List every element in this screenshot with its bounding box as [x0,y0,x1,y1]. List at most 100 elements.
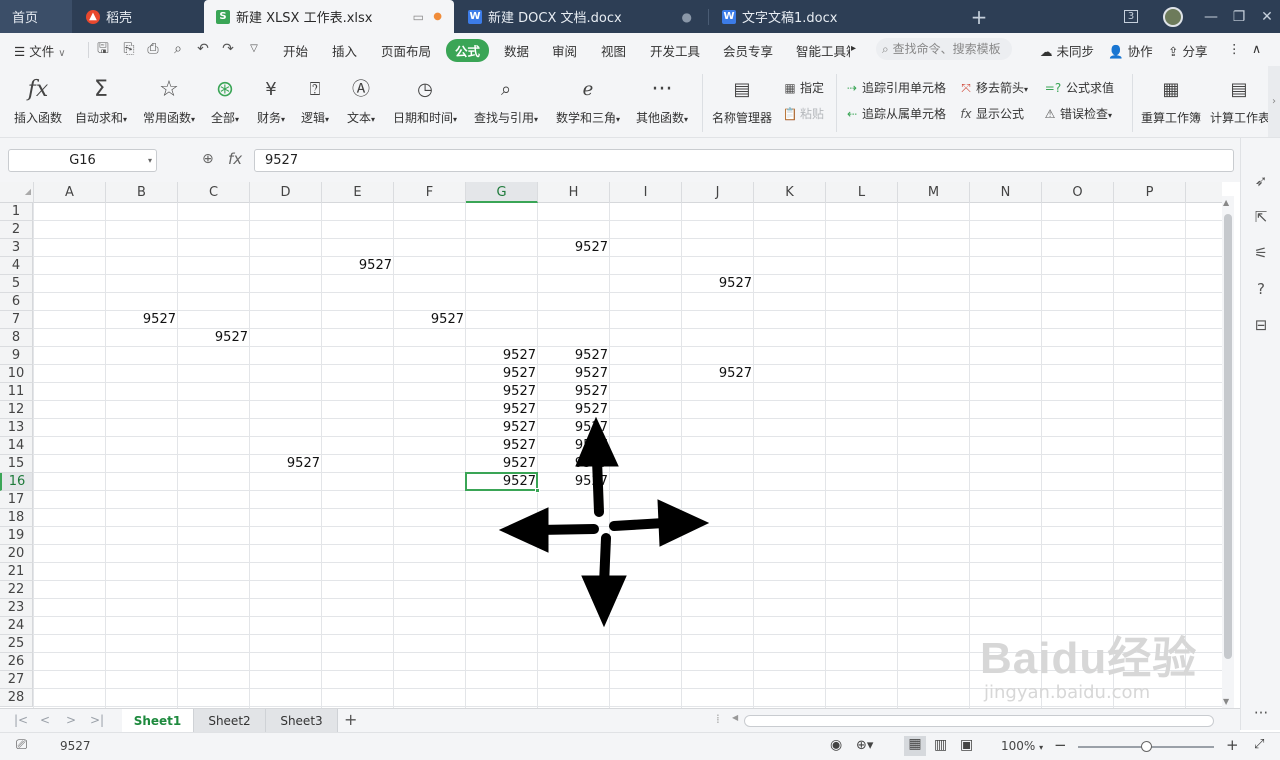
row-header-22[interactable]: 22 [0,581,33,599]
cell-f7[interactable]: 9527 [394,311,466,329]
minimize-button[interactable]: — [1196,0,1226,33]
column-header-l[interactable]: L [826,182,898,203]
prev-sheet-icon[interactable]: < [40,713,50,727]
paste-button[interactable]: 📋 粘贴 [782,105,825,122]
collab-button[interactable]: 👤 协作 [1108,41,1153,60]
row-header-3[interactable]: 3 [0,239,33,257]
tab-docer[interactable]: ▲ 稻壳 [74,0,202,33]
menu-review[interactable]: 审阅 [552,41,577,60]
lookup-button[interactable]: ⌕ 查找与引用▾ [470,76,542,126]
formula-input[interactable]: 9527 [254,149,1234,172]
row-header-6[interactable]: 6 [0,293,33,311]
save-icon[interactable]: 🖫 [94,40,112,58]
file-menu[interactable]: ☰ 文件 ∨ [14,41,66,60]
page-break-view-icon[interactable]: ▣ [960,737,973,753]
column-header-i[interactable]: I [610,182,682,203]
column-header-b[interactable]: B [106,182,178,203]
row-header-11[interactable]: 11 [0,383,33,401]
row-header-1[interactable]: 1 [0,203,33,221]
recalc-workbook-button[interactable]: ▦ 重算工作簿 [1140,76,1202,126]
trace-dependents-button[interactable]: ⇠ 追踪从属单元格 [844,105,946,122]
remove-arrows-button[interactable]: ⤧ 移去箭头▾ [958,79,1028,96]
row-header-8[interactable]: 8 [0,329,33,347]
tab-doc1[interactable]: W 文字文稿1.docx [710,0,958,33]
undo-icon[interactable]: ↶ [194,40,212,58]
vertical-scrollbar[interactable]: ▲ ▼ [1222,196,1234,708]
cell-b7[interactable]: 9527 [106,311,178,329]
evaluate-formula-button[interactable]: =? 公式求值 [1042,79,1114,96]
tab-docx[interactable]: W 新建 DOCX 文档.docx ● [456,0,706,33]
page-layout-view-icon[interactable]: ▥ [934,737,947,753]
cell-h11[interactable]: 9527 [538,383,610,401]
normal-view-icon[interactable]: ▦ [904,736,926,756]
user-avatar[interactable] [1158,0,1188,33]
collapse-ribbon-icon[interactable]: ∧ [1252,41,1261,56]
menu-insert[interactable]: 插入 [332,41,357,60]
cell-j10[interactable]: 9527 [682,365,754,383]
logic-button[interactable]: ⍰ 逻辑▾ [298,76,332,126]
select-all-corner[interactable]: ◢ [0,182,34,203]
cell-g10[interactable]: 9527 [466,365,538,383]
row-header-16[interactable]: 16 [0,473,33,491]
vertical-scroll-thumb[interactable] [1224,214,1232,659]
row-header-25[interactable]: 25 [0,635,33,653]
cell-d15[interactable]: 9527 [250,455,322,473]
cell-c8[interactable]: 9527 [178,329,250,347]
sync-button[interactable]: ☁ 未同步 [1040,41,1094,60]
inbox-icon[interactable]: ⊟ [1251,316,1271,336]
scroll-left-icon[interactable]: ◀ [732,713,738,722]
sheet-tab-sheet1[interactable]: Sheet1 [122,709,194,733]
fullscreen-icon[interactable]: ⤢ [1254,737,1264,752]
macro-record-icon[interactable]: ⎚ [16,737,27,753]
tab-dot-icon[interactable]: ● [682,10,692,24]
column-header-c[interactable]: C [178,182,250,203]
menu-smart-tools[interactable]: 智能工具箱 [796,41,850,60]
column-header-d[interactable]: D [250,182,322,203]
text-button[interactable]: Ⓐ 文本▾ [342,76,380,126]
finance-button[interactable]: ¥ 财务▾ [254,76,288,126]
menu-start[interactable]: 开始 [283,41,308,60]
row-header-4[interactable]: 4 [0,257,33,275]
error-check-button[interactable]: ⚠ 错误检查▾ [1042,105,1112,122]
next-sheet-icon[interactable]: > [66,713,76,727]
tab-splitter[interactable]: ⁞ [716,712,720,726]
cell-h3[interactable]: 9527 [538,239,610,257]
menu-member[interactable]: 会员专享 [723,41,773,60]
column-header-j[interactable]: J [682,182,754,203]
menu-formula[interactable]: 公式 [446,39,490,62]
share-button[interactable]: ⇪ 分享 [1168,41,1207,60]
row-header-24[interactable]: 24 [0,617,33,635]
cell-j5[interactable]: 9527 [682,275,754,293]
window-count-button[interactable]: 3 [1116,0,1146,33]
close-button[interactable]: ✕ [1252,0,1280,33]
insert-function-button[interactable]: fx 插入函数 [12,76,64,126]
zoom-slider-knob[interactable] [1141,741,1152,752]
row-header-23[interactable]: 23 [0,599,33,617]
column-header-h[interactable]: H [538,182,610,203]
math-button[interactable]: ℯ 数学和三角▾ [552,76,624,126]
menu-more-icon[interactable]: ▸ [851,43,856,54]
more-options-icon[interactable]: ⋮ [1228,41,1241,56]
cell-g11[interactable]: 9527 [466,383,538,401]
row-header-9[interactable]: 9 [0,347,33,365]
column-header-p[interactable]: P [1114,182,1186,203]
tab-home[interactable]: 首页 [0,0,72,33]
ribbon-scroll-right-icon[interactable]: › [1268,66,1280,137]
sheet-tab-sheet2[interactable]: Sheet2 [194,709,266,733]
name-manager-button[interactable]: ▤ 名称管理器 [710,76,774,126]
horizontal-scrollbar[interactable] [744,715,1214,727]
redo-icon[interactable]: ↷ [219,40,237,58]
cell-h9[interactable]: 9527 [538,347,610,365]
row-header-15[interactable]: 15 [0,455,33,473]
menu-page-layout[interactable]: 页面布局 [381,41,431,60]
add-sheet-button[interactable]: + [344,710,357,729]
eye-protection-icon[interactable]: ◉ [830,737,842,753]
all-functions-button[interactable]: ⊛ 全部▾ [208,76,242,126]
row-header-28[interactable]: 28 [0,689,33,707]
filter-settings-icon[interactable]: ⚟ [1251,244,1271,264]
autosum-button[interactable]: Σ 自动求和▾ [72,76,130,126]
format-painter-icon[interactable]: ⎘ [120,40,138,58]
column-header-a[interactable]: A [34,182,106,203]
row-header-5[interactable]: 5 [0,275,33,293]
row-header-14[interactable]: 14 [0,437,33,455]
